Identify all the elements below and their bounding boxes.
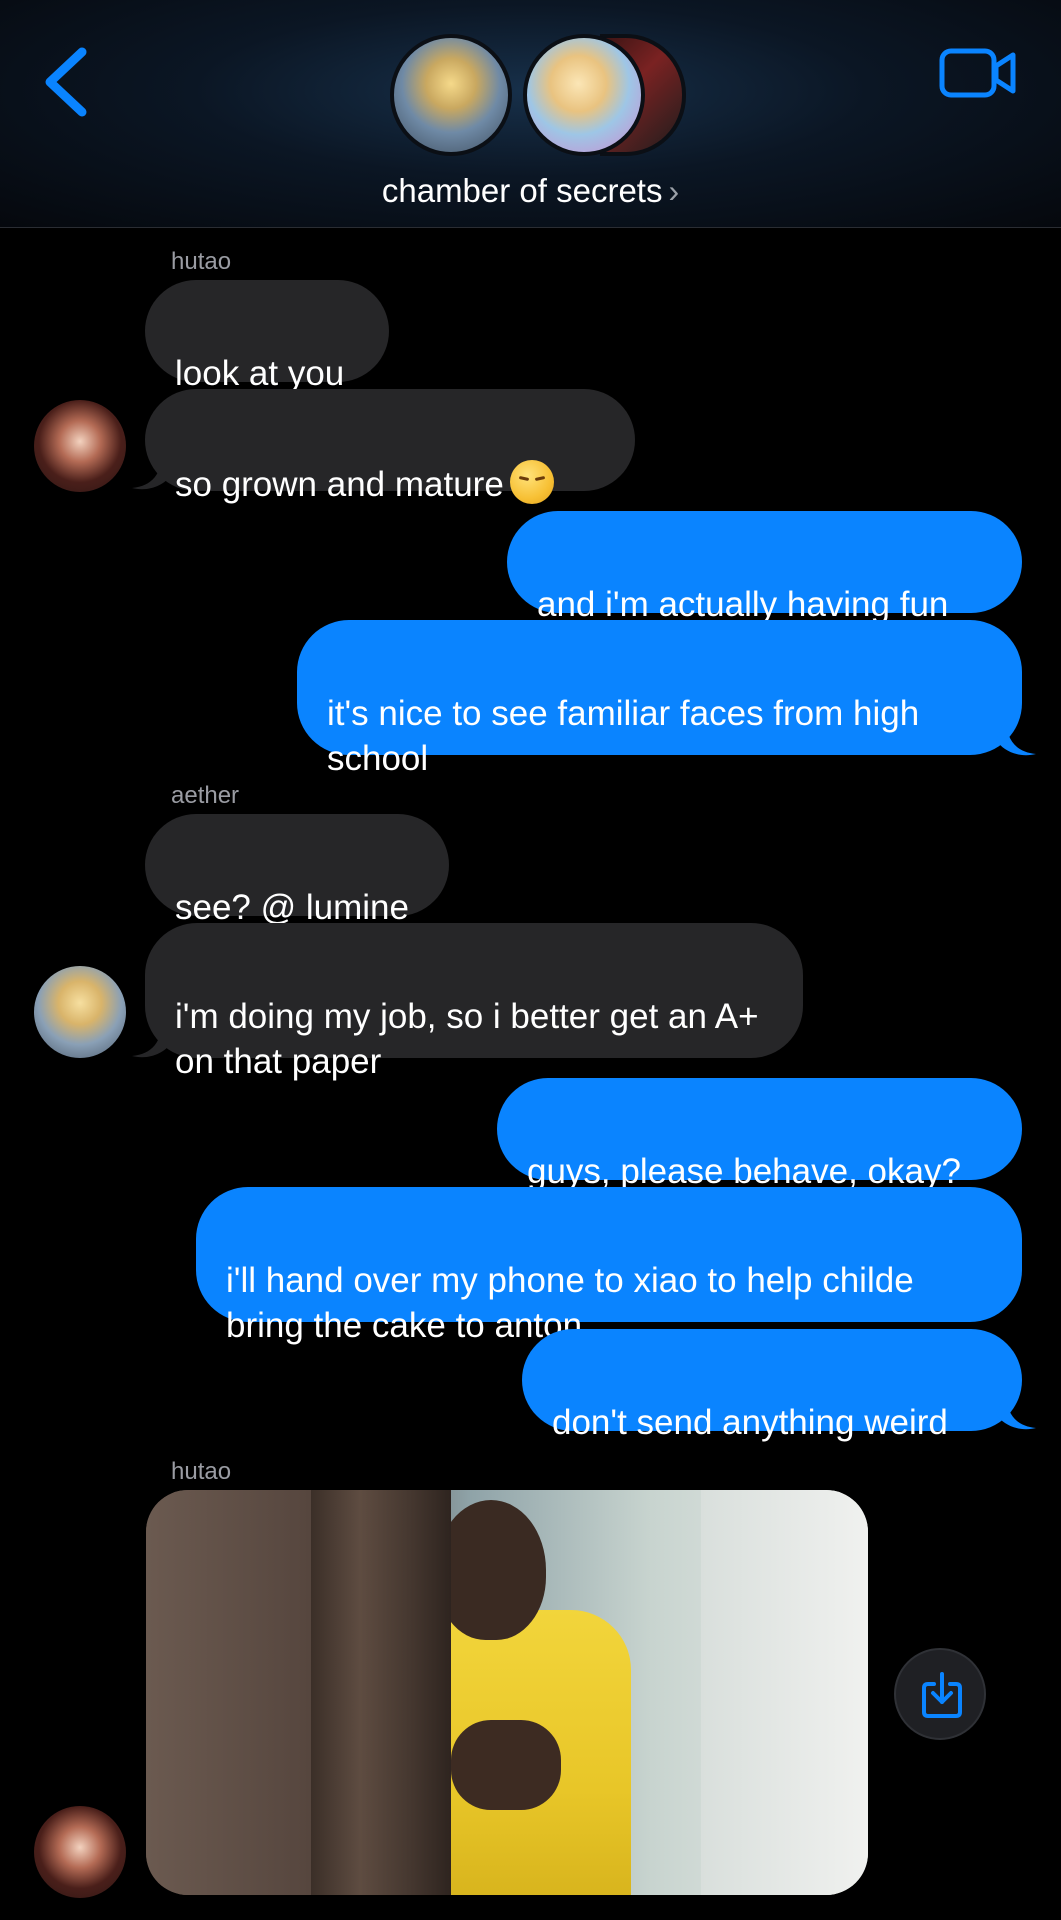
chevron-right-icon: › bbox=[668, 173, 680, 209]
message-text: see? @ lumine bbox=[175, 888, 409, 927]
face-exhaling-emoji bbox=[509, 460, 554, 504]
photo-tree-trunk bbox=[311, 1490, 451, 1895]
conversation-header: chamber of secrets › bbox=[0, 0, 1061, 228]
video-call-button[interactable] bbox=[938, 46, 1018, 102]
message-bubble-outgoing[interactable]: don't send anything weird bbox=[522, 1329, 1022, 1442]
message-bubble-outgoing[interactable]: guys, please behave, okay? bbox=[497, 1078, 1022, 1191]
photo-person-hands bbox=[451, 1720, 561, 1810]
save-image-button[interactable] bbox=[894, 1648, 986, 1740]
sender-label-hutao: hutao bbox=[171, 1458, 232, 1485]
message-bubble-outgoing[interactable]: i'll hand over my phone to xiao to help … bbox=[196, 1187, 1022, 1345]
message-text: don't send anything weird bbox=[552, 1403, 948, 1442]
chevron-left-icon bbox=[45, 47, 87, 117]
avatar-hutao[interactable] bbox=[34, 400, 126, 492]
message-bubble-incoming[interactable]: see? @ lumine bbox=[145, 814, 449, 927]
save-download-icon bbox=[922, 1672, 962, 1718]
message-text: and i'm actually having fun bbox=[537, 585, 949, 624]
message-text: so grown and mature bbox=[175, 465, 504, 504]
photo-background-right bbox=[701, 1490, 868, 1895]
group-avatar-2 bbox=[523, 34, 645, 156]
group-name-button[interactable]: chamber of secrets › bbox=[0, 172, 1061, 210]
bubble-tail bbox=[996, 718, 1036, 756]
message-bubble-incoming[interactable]: look at you bbox=[145, 280, 389, 393]
message-bubble-outgoing[interactable]: and i'm actually having fun bbox=[507, 511, 1022, 624]
video-camera-icon bbox=[939, 48, 1016, 98]
bubble-tail bbox=[132, 452, 172, 490]
message-text: guys, please behave, okay? bbox=[527, 1152, 961, 1191]
group-avatar-1 bbox=[390, 34, 512, 156]
message-text: it's nice to see familiar faces from hig… bbox=[327, 694, 920, 778]
group-name: chamber of secrets bbox=[381, 172, 663, 209]
bubble-tail bbox=[996, 1392, 1036, 1430]
message-bubble-outgoing[interactable]: it's nice to see familiar faces from hig… bbox=[297, 620, 1022, 778]
avatar-hutao[interactable] bbox=[34, 1806, 126, 1898]
message-bubble-incoming[interactable]: so grown and mature bbox=[145, 389, 635, 504]
sender-label-hutao: hutao bbox=[171, 248, 232, 275]
message-text: i'm doing my job, so i better get an A+ … bbox=[175, 997, 759, 1081]
message-bubble-incoming[interactable]: i'm doing my job, so i better get an A+ … bbox=[145, 923, 803, 1081]
photo-background-left bbox=[146, 1490, 311, 1895]
avatar-aether[interactable] bbox=[34, 966, 126, 1058]
message-text: look at you bbox=[175, 354, 345, 393]
image-attachment[interactable] bbox=[146, 1490, 868, 1895]
sender-label-aether: aether bbox=[171, 782, 240, 809]
photo-person-head bbox=[436, 1500, 546, 1640]
back-button[interactable] bbox=[38, 42, 98, 122]
group-avatars[interactable] bbox=[390, 34, 686, 164]
bubble-tail bbox=[132, 1020, 172, 1058]
